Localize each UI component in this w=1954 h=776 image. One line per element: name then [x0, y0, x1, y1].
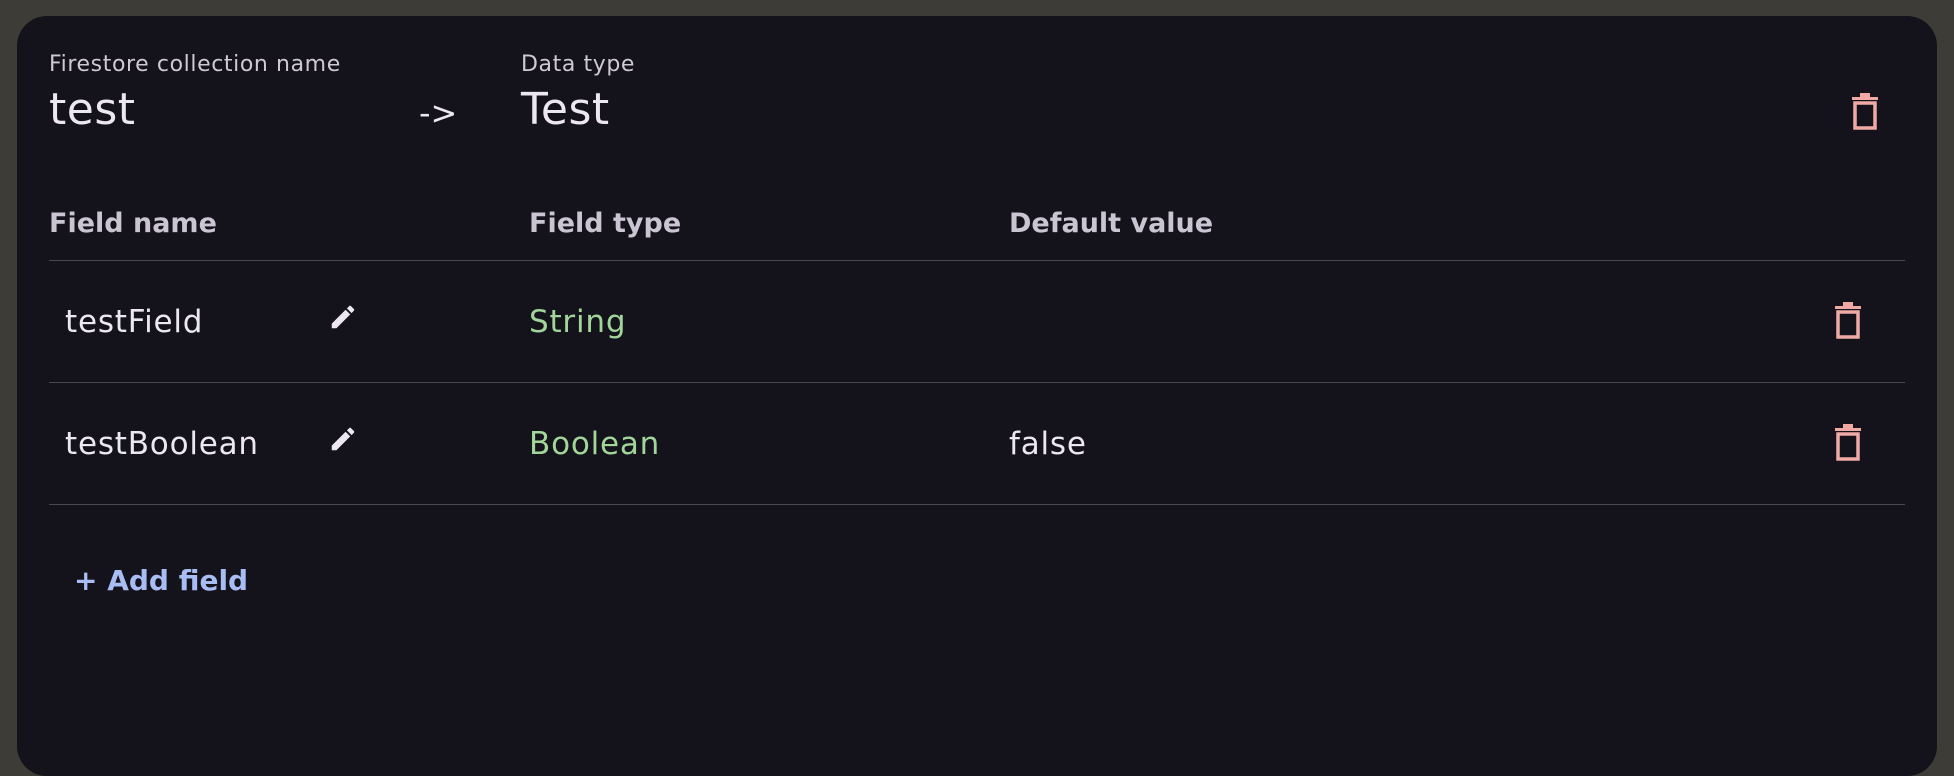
- field-type: Boolean: [529, 426, 661, 462]
- collection-card: Firestore collection name test -> Data t…: [17, 16, 1937, 776]
- data-type-label: Data type: [521, 52, 636, 77]
- collection-name-label: Firestore collection name: [49, 52, 341, 77]
- field-name: testField: [65, 304, 204, 340]
- edit-field-button[interactable]: [321, 293, 365, 341]
- delete-collection-button[interactable]: [1843, 88, 1887, 136]
- data-type-value: Test: [521, 84, 610, 135]
- column-header-field-type: Field type: [529, 208, 682, 239]
- row-divider: [49, 504, 1905, 505]
- field-type: String: [529, 304, 627, 340]
- add-field-button[interactable]: + Add field: [74, 564, 248, 597]
- field-default-value: false: [1009, 426, 1087, 462]
- field-name: testBoolean: [65, 426, 259, 462]
- pencil-icon: [331, 305, 355, 329]
- mapping-arrow: ->: [419, 94, 458, 132]
- delete-field-button[interactable]: [1826, 297, 1870, 345]
- trash-icon: [1852, 93, 1878, 130]
- delete-field-button[interactable]: [1826, 419, 1870, 467]
- trash-icon: [1835, 424, 1861, 461]
- edit-field-button[interactable]: [321, 415, 365, 463]
- collection-name-value: test: [49, 84, 136, 135]
- pencil-icon: [331, 427, 355, 451]
- table-row: testBoolean Boolean false: [49, 383, 1905, 505]
- column-header-default-value: Default value: [1009, 208, 1214, 239]
- trash-icon: [1835, 302, 1861, 339]
- table-row: testField String: [49, 261, 1905, 383]
- column-header-field-name: Field name: [49, 208, 217, 239]
